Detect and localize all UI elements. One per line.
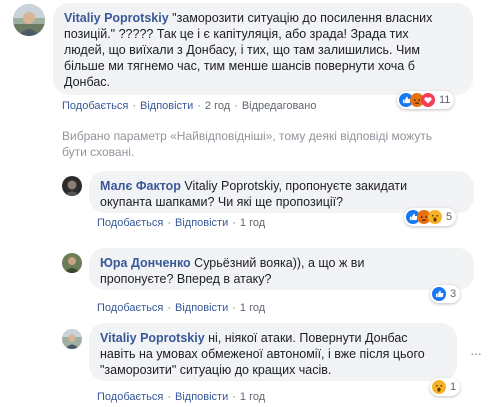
comment-text-line: навіть на умовах обмеженої автономії, і … (100, 347, 425, 361)
comment-text-line: пропонуєте? Вперед в атаку? (100, 272, 272, 286)
comment-time[interactable]: 2 год (205, 100, 230, 112)
wow-reaction-icon (428, 210, 442, 224)
like-button[interactable]: Подобається (97, 302, 163, 314)
reaction-count: 5 (446, 211, 453, 223)
avatar[interactable] (62, 329, 82, 349)
comment-actions: Подобається · Відповісти · 1 год (97, 217, 266, 229)
comment-bubble: Юра Донченко Сурьёзний вояка)), а що ж в… (89, 248, 474, 290)
reactions-summary[interactable]: 1 (430, 378, 461, 396)
comment-time[interactable]: 1 год (240, 391, 265, 403)
sort-notice-line: бути сховані. (62, 145, 135, 159)
comment-actions: Подобається · Відповісти · 1 год (97, 302, 266, 314)
comment-text-line: Vitaliy Poprotskiy, пропонуєте закидати (180, 179, 408, 193)
reply-button[interactable]: Відповісти (175, 391, 228, 403)
comment-author[interactable]: Малє Фактор (100, 179, 181, 193)
avatar-photo-icon (62, 176, 82, 196)
like-reaction-icon (432, 287, 446, 301)
comment-author[interactable]: Vitaliy Poprotskiy (100, 331, 205, 345)
avatar-photo-icon (62, 329, 82, 349)
avatar[interactable] (62, 176, 82, 196)
reply-button[interactable]: Відповісти (140, 100, 193, 112)
like-button[interactable]: Подобається (62, 100, 128, 112)
sort-notice: Вибрано параметр «Найвідповідніші», тому… (62, 128, 432, 160)
reactions-summary[interactable]: 3 (430, 285, 461, 303)
comment-text-line: ні, ніякої атаки. Повернути Донбас (204, 331, 408, 345)
comment-actions: Подобається · Відповісти · 1 год (97, 391, 266, 403)
avatar[interactable] (62, 253, 82, 273)
comment-text-line: Сурьёзний вояка)), а що ж ви (190, 256, 365, 270)
comment-time[interactable]: 1 год (240, 217, 265, 229)
like-button[interactable]: Подобається (97, 217, 163, 229)
comment-author[interactable]: Vitaliy Poprotskiy (64, 11, 169, 25)
wow-reaction-icon (432, 380, 446, 394)
comment-bubble: Vitaliy Poprotskiy "заморозити ситуацію … (53, 3, 473, 95)
comment-text-line: більше ми тягнемо час, тим менше шансів … (64, 59, 415, 73)
avatar[interactable] (13, 4, 45, 36)
reaction-count: 1 (450, 381, 457, 393)
comment-bubble: Малє Фактор Vitaliy Poprotskiy, пропонує… (89, 171, 474, 213)
comment-text-line: людей, що виїхали з Донбасу, і тих, що т… (64, 43, 420, 57)
avatar-photo-icon (62, 253, 82, 273)
more-options-icon[interactable]: ··· (470, 345, 482, 361)
reactions-summary[interactable]: 11 (397, 91, 455, 109)
reaction-count: 3 (450, 288, 457, 300)
comment-text-line: "заморозити ситуацію до посилення власни… (168, 11, 433, 25)
comment-author[interactable]: Юра Донченко (100, 256, 191, 270)
reply-button[interactable]: Відповісти (175, 217, 228, 229)
avatar-photo-icon (13, 4, 45, 36)
comment-time[interactable]: 1 год (240, 302, 265, 314)
love-reaction-icon (421, 93, 435, 107)
edited-label[interactable]: Відредаговано (242, 100, 317, 112)
comment-actions: Подобається · Відповісти · 2 год · Відредагова… (62, 100, 317, 112)
reply-button[interactable]: Відповісти (175, 302, 228, 314)
comment-text-line: окупанта шапками? Чи які ще пропозиції? (100, 195, 344, 209)
reaction-count: 11 (439, 94, 451, 106)
comment-text-line: позицій." ????? Так це і є капітуляція, … (64, 27, 409, 41)
like-button[interactable]: Подобається (97, 391, 163, 403)
comment-bubble: Vitaliy Poprotskiy ні, ніякої атаки. Пов… (89, 323, 457, 381)
comment-text-line: Донбас. (64, 75, 111, 89)
sort-notice-line: Вибрано параметр «Найвідповідніші», тому… (62, 129, 433, 143)
comment-text-line: "заморозити" ситуацію до кращих часів. (100, 363, 332, 377)
reactions-summary[interactable]: 5 (404, 208, 457, 226)
